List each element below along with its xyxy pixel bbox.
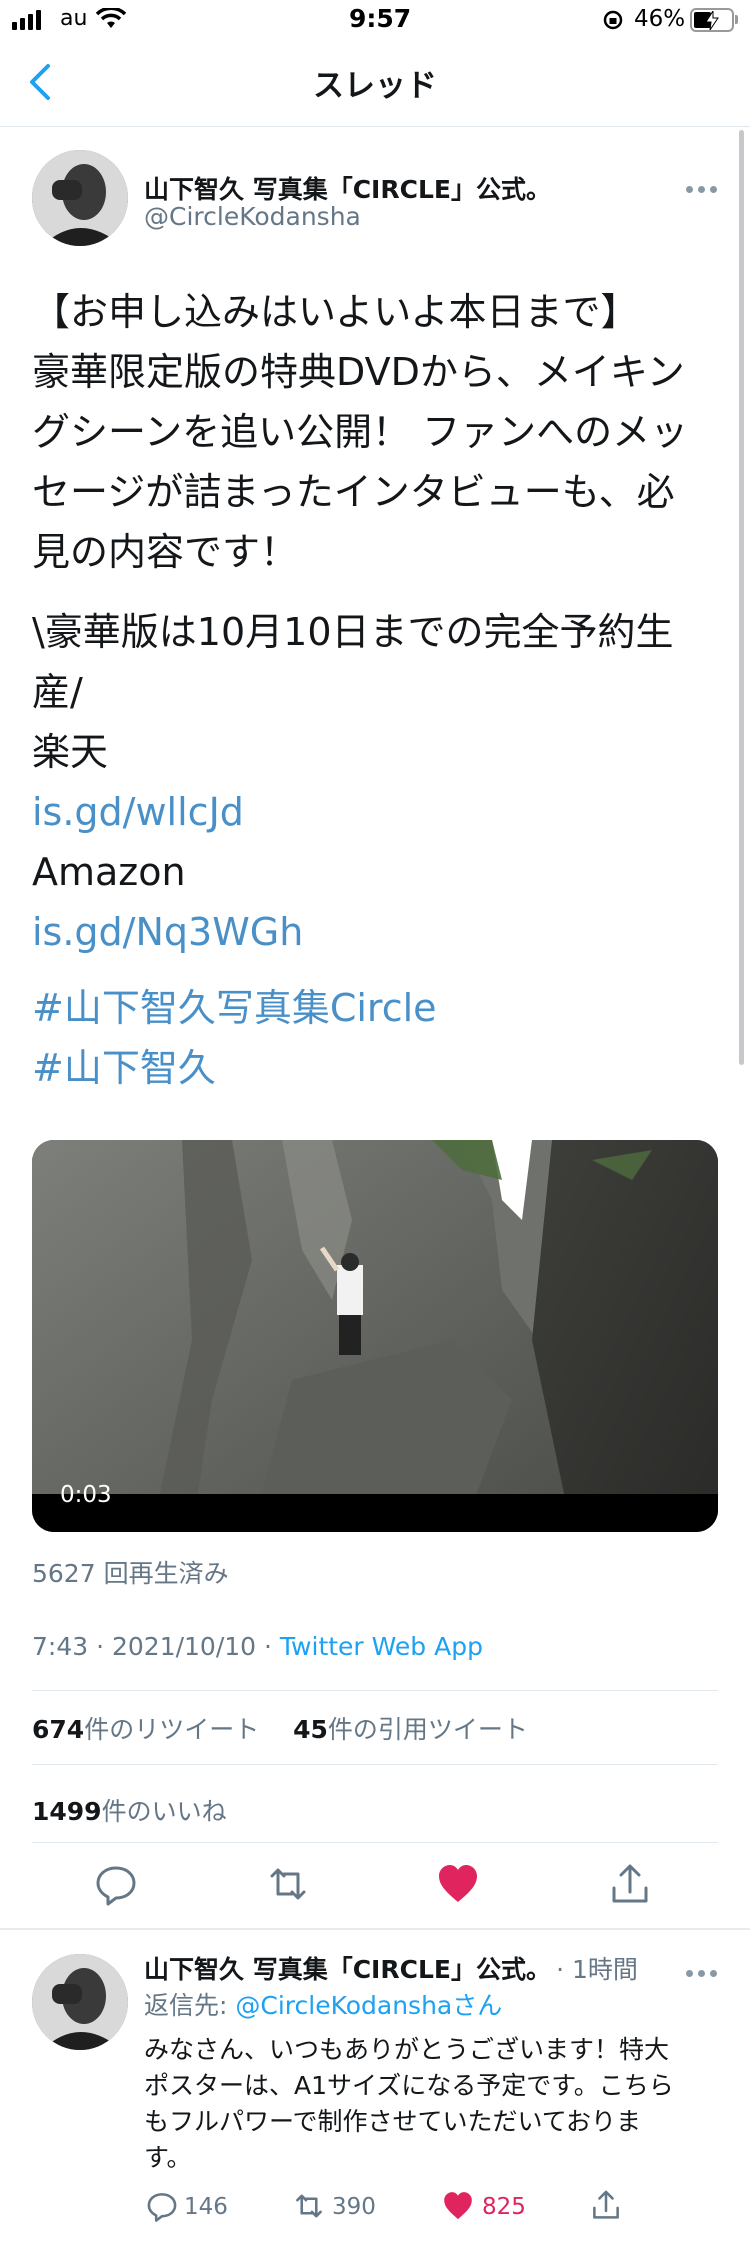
share-icon[interactable] (608, 1862, 652, 1906)
tweet-text-line: グシーンを追い公開！ ファンへのメッ (32, 410, 689, 454)
retweets-stat[interactable]: 674件のリツイート (32, 1715, 259, 1744)
tweet-text-line: セージが詰まったインタビューも、必 (32, 470, 675, 514)
amazon-link[interactable]: is.gd/Nq3WGh (32, 902, 303, 962)
tweet-text-line: 見の内容です！ (32, 530, 299, 574)
replying-to-prefix: 返信先: (144, 1991, 236, 2020)
avatar-photo (32, 1954, 128, 2050)
signal-icon (12, 10, 44, 30)
page-title: スレッド (313, 68, 437, 104)
replying-to-suffix: さん (452, 1991, 503, 2020)
like-heart-icon[interactable] (442, 2190, 474, 2222)
orientation-lock-icon (603, 10, 623, 30)
like-count: 825 (482, 2194, 526, 2220)
tweet-text-line: 産/ (32, 670, 83, 714)
reply-icon[interactable] (146, 2190, 178, 2222)
hashtag-link[interactable]: #山下智久 (32, 1038, 216, 1098)
tweet-text-line: \豪華版は10月10日までの完全予約生 (32, 610, 674, 654)
view-count: 5627 回再生済み (32, 1559, 229, 1588)
engagement-stats: 674件のリツイート 45件の引用ツイート (32, 1710, 528, 1746)
divider (32, 1690, 718, 1691)
nav-divider (0, 126, 750, 127)
battery-icon (690, 8, 734, 32)
reply-avatar[interactable] (32, 1954, 128, 2050)
reply-text-line: ポスターは、A1サイズになる予定です。こちら (144, 2071, 674, 2100)
rakuten-link[interactable]: is.gd/wllcJd (32, 782, 244, 842)
divider (32, 1764, 718, 1765)
hashtag-link[interactable]: #山下智久写真集Circle (32, 978, 437, 1038)
rakuten-label: 楽天 (32, 730, 109, 774)
status-bar: au 9:57 46% (0, 0, 750, 40)
video-control-bar[interactable] (32, 1494, 718, 1532)
share-icon[interactable] (590, 2188, 622, 2222)
avatar[interactable] (32, 150, 128, 246)
scrollbar-thumb[interactable] (739, 795, 744, 1065)
carrier-label: au (60, 6, 88, 31)
likes-count: 1499 (32, 1797, 102, 1826)
quotes-stat[interactable]: 45件の引用ツイート (293, 1715, 528, 1744)
battery-nub (735, 15, 738, 24)
divider (32, 1842, 718, 1843)
reply-more-options-icon[interactable] (686, 1962, 726, 1977)
reply-text-line: みなさん、いつもありがとうございます！特大 (144, 2035, 670, 2064)
charging-bolt-icon (705, 11, 719, 30)
like-heart-icon[interactable] (436, 1862, 480, 1906)
tweet-text-line: 【お申し込みはいよいよ本日まで】 (32, 290, 639, 334)
reply-author-name[interactable]: 山下智久 写真集「CIRCLE」公式。 (144, 1955, 551, 1984)
author-handle[interactable]: @CircleKodansha (144, 202, 361, 231)
clock: 9:57 (349, 4, 412, 33)
quotes-count: 45 (293, 1715, 328, 1744)
more-options-icon[interactable] (686, 178, 726, 193)
retweet-count: 390 (332, 2194, 376, 2220)
retweets-count: 674 (32, 1715, 85, 1744)
likes-label: 件のいいね (101, 1797, 227, 1826)
reply-icon[interactable] (94, 1862, 138, 1906)
video-time: 0:03 (60, 1482, 112, 1508)
wifi-icon (96, 8, 126, 28)
tweet-text-line: 豪華限定版の特典DVDから、メイキン (32, 350, 685, 394)
tweet-meta: 7:43 · 2021/10/10 · Twitter Web App (32, 1632, 483, 1661)
amazon-label: Amazon (32, 850, 186, 894)
reply-count: 146 (184, 2194, 228, 2220)
retweet-icon[interactable] (266, 1862, 310, 1906)
reply-text-line: もフルパワーで制作させていただいておりま (144, 2107, 642, 2136)
reply-header: 山下智久 写真集「CIRCLE」公式。 · 1時間 (144, 1950, 638, 1986)
author-name[interactable]: 山下智久 写真集「CIRCLE」公式。 (144, 170, 551, 206)
video-player[interactable]: 0:03 (32, 1140, 718, 1532)
reply-time: · 1時間 (556, 1955, 638, 1984)
replying-to-handle[interactable]: @CircleKodansha (235, 1991, 452, 2020)
quotes-label: 件の引用ツイート (327, 1715, 528, 1744)
avatar-photo (32, 150, 128, 246)
retweets-label: 件のリツイート (84, 1715, 260, 1744)
reply-text-line: す。 (144, 2143, 192, 2172)
thread-divider (0, 1928, 750, 1930)
battery-percent: 46% (634, 6, 686, 32)
client-link[interactable]: Twitter Web App (280, 1632, 483, 1661)
likes-stat[interactable]: 1499件のいいね (32, 1792, 227, 1828)
video-thumbnail (32, 1140, 718, 1532)
replying-to: 返信先: @CircleKodanshaさん (144, 1986, 502, 2022)
timestamp: 7:43 · 2021/10/10 · (32, 1632, 280, 1661)
retweet-icon[interactable] (292, 2190, 326, 2222)
